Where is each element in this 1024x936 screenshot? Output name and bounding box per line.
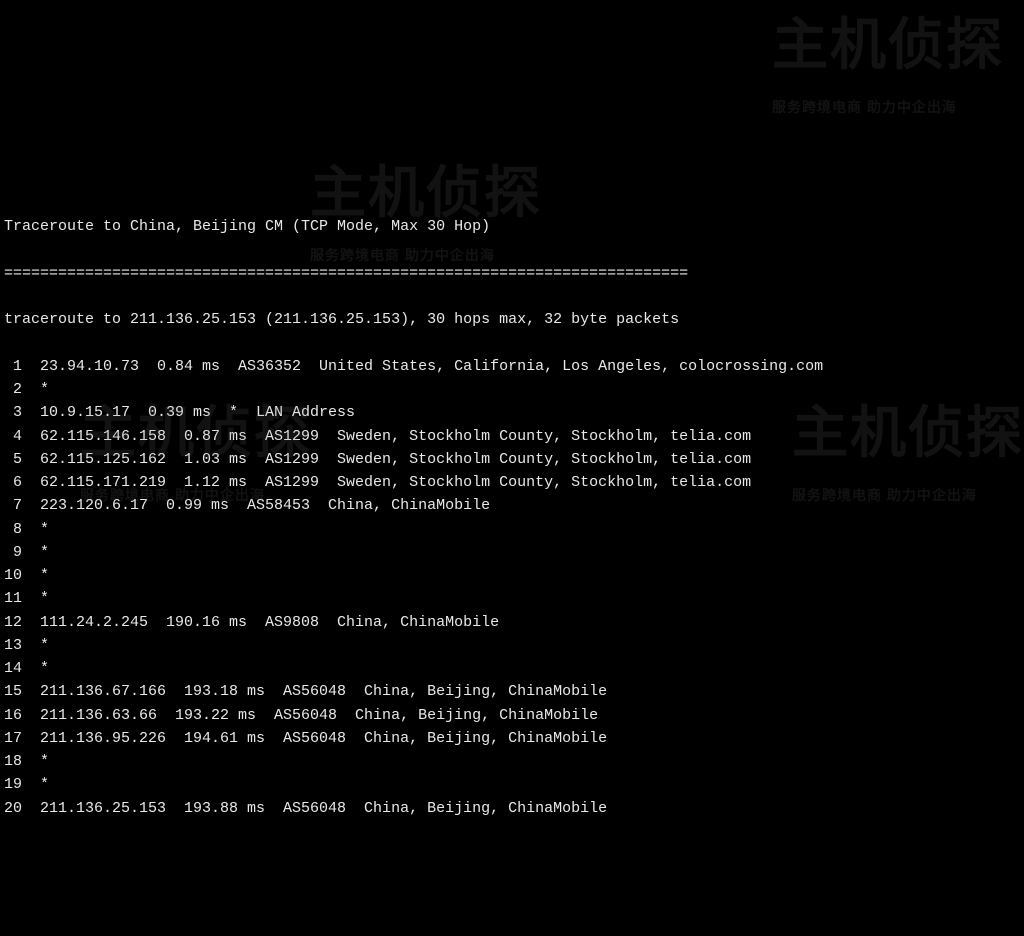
command-line: traceroute to 211.136.25.153 (211.136.25… [4, 311, 679, 328]
divider-line: ========================================… [4, 265, 688, 282]
hop-row: 12 111.24.2.245 190.16 ms AS9808 China, … [4, 611, 1020, 634]
hop-row: 13 * [4, 634, 1020, 657]
hop-row: 3 10.9.15.17 0.39 ms * LAN Address [4, 401, 1020, 424]
traceroute-title: Traceroute to China, Beijing CM (TCP Mod… [4, 218, 490, 235]
hop-list: 1 23.94.10.73 0.84 ms AS36352 United Sta… [4, 355, 1020, 820]
hop-row: 4 62.115.146.158 0.87 ms AS1299 Sweden, … [4, 425, 1020, 448]
hop-row: 9 * [4, 541, 1020, 564]
hop-row: 18 * [4, 750, 1020, 773]
hop-row: 16 211.136.63.66 193.22 ms AS56048 China… [4, 704, 1020, 727]
hop-row: 5 62.115.125.162 1.03 ms AS1299 Sweden, … [4, 448, 1020, 471]
watermark: 主机侦探 服务跨境电商 助力中企出海 [772, 2, 1004, 118]
hop-row: 7 223.120.6.17 0.99 ms AS58453 China, Ch… [4, 494, 1020, 517]
hop-row: 6 62.115.171.219 1.12 ms AS1299 Sweden, … [4, 471, 1020, 494]
hop-row: 8 * [4, 518, 1020, 541]
hop-row: 1 23.94.10.73 0.84 ms AS36352 United Sta… [4, 355, 1020, 378]
hop-row: 17 211.136.95.226 194.61 ms AS56048 Chin… [4, 727, 1020, 750]
hop-row: 2 * [4, 378, 1020, 401]
watermark: 主机侦探 服务跨境电商 助力中企出海 [310, 150, 542, 266]
hop-row: 11 * [4, 587, 1020, 610]
watermark-tagline: 服务跨境电商 助力中企出海 [310, 245, 495, 267]
hop-row: 19 * [4, 773, 1020, 796]
watermark-brand: 主机侦探 [772, 2, 1004, 89]
hop-row: 14 * [4, 657, 1020, 680]
hop-row: 15 211.136.67.166 193.18 ms AS56048 Chin… [4, 680, 1020, 703]
hop-row: 20 211.136.25.153 193.88 ms AS56048 Chin… [4, 797, 1020, 820]
hop-row: 10 * [4, 564, 1020, 587]
watermark-tagline: 服务跨境电商 助力中企出海 [772, 97, 957, 119]
